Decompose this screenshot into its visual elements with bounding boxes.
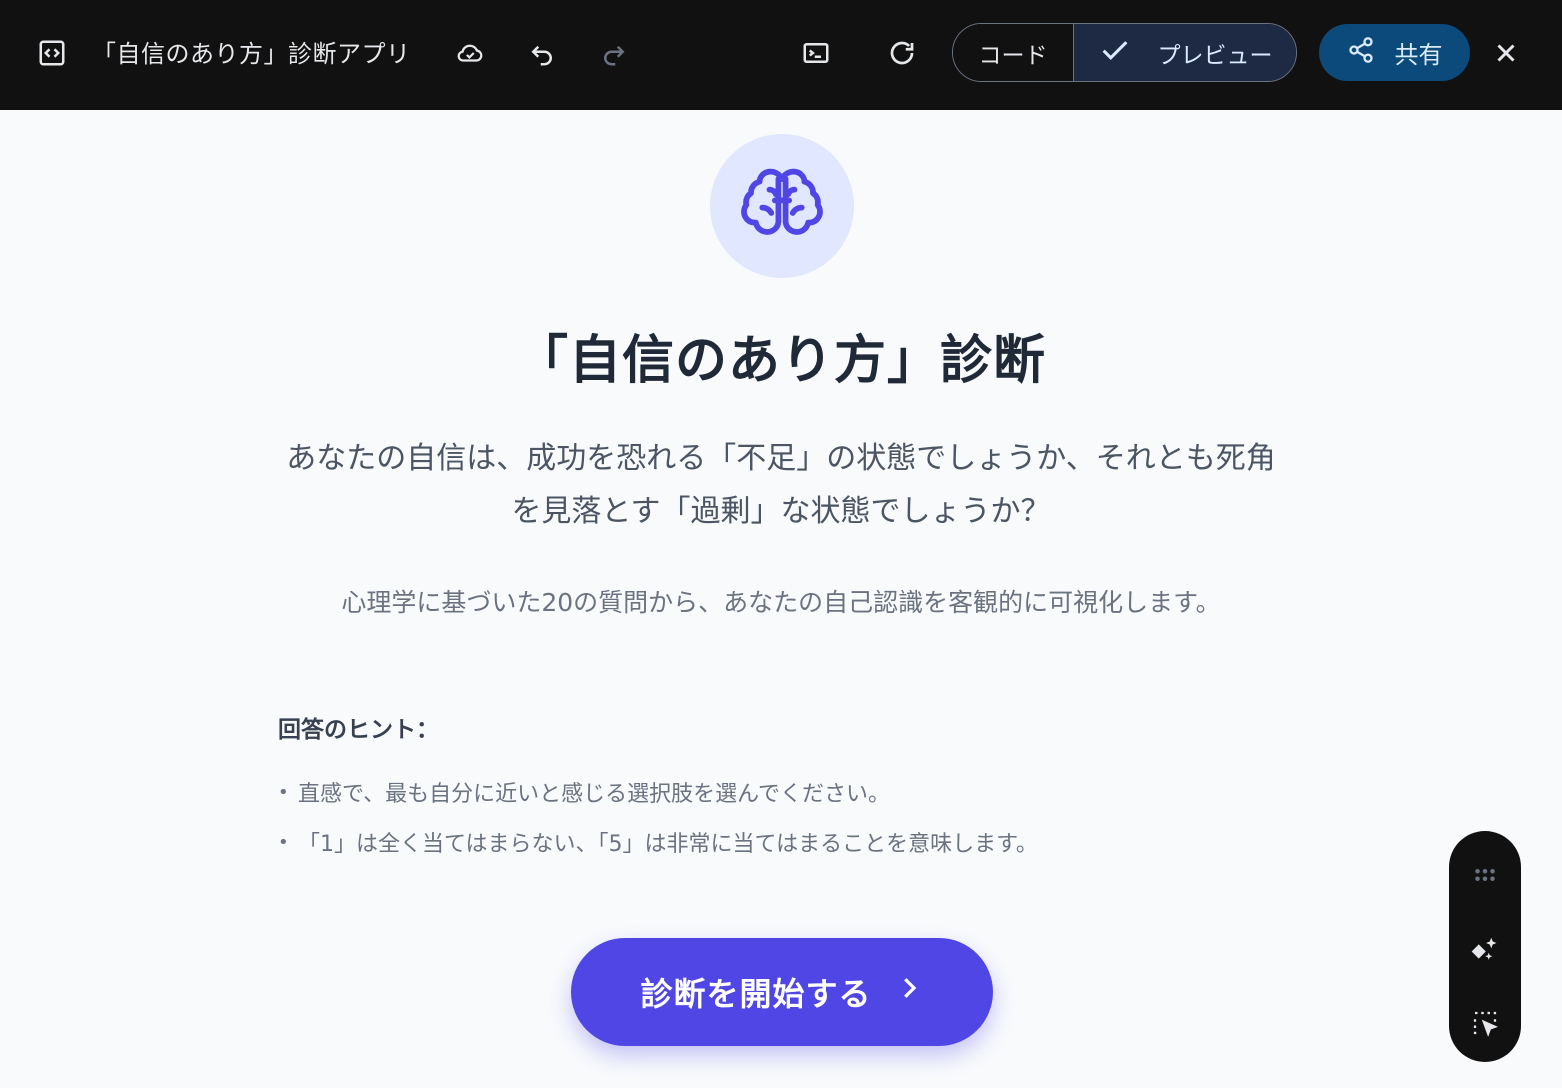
select-element-icon[interactable] xyxy=(1465,1003,1505,1043)
top-bar: 「自信のあり方」診断アプリ コード プレビュー 共有 xyxy=(0,0,1562,110)
hint-list: • 直感で、最も自分に近いと感じる選択肢を選んでください。 • 「1」は全く当て… xyxy=(278,767,1038,867)
brain-icon xyxy=(739,161,825,251)
check-icon xyxy=(1098,33,1132,73)
start-button-label: 診断を開始する xyxy=(640,975,872,1013)
app-title: 「自信のあり方」診断アプリ xyxy=(92,40,411,68)
bullet: • xyxy=(278,781,289,803)
floating-toolbar xyxy=(1449,831,1521,1062)
share-button[interactable]: 共有 xyxy=(1319,24,1470,81)
hero-icon-circle xyxy=(710,134,854,278)
code-tab[interactable]: コード xyxy=(953,24,1073,81)
code-frame-icon[interactable] xyxy=(32,33,72,73)
share-icon xyxy=(1347,36,1375,70)
chevron-right-icon xyxy=(894,973,924,1011)
sub-text: 心理学に基づいた20の質問から、あなたの自己認識を客観的に可視化します。 xyxy=(341,588,1221,617)
hint-text: 直感で、最も自分に近いと感じる選択肢を選んでください。 xyxy=(298,782,891,807)
list-item: • 「1」は全く当てはまらない、「5」は非常に当てはまることを意味します。 xyxy=(278,817,1038,867)
hint-title: 回答のヒント： xyxy=(278,717,439,743)
drag-grip-icon[interactable] xyxy=(1465,855,1505,895)
hint-text: 「1」は全く当てはまらない、「5」は非常に当てはまることを意味します。 xyxy=(298,832,1038,857)
lead-line-1: あなたの自信は、成功を恐れる「不足」の状態でしょうか、それとも死角 xyxy=(286,441,1276,476)
refresh-icon[interactable] xyxy=(882,33,922,73)
page-title: 「自信のあり方」診断 xyxy=(515,331,1046,391)
sparkle-edit-icon[interactable] xyxy=(1465,929,1505,969)
undo-icon[interactable] xyxy=(522,33,562,73)
terminal-icon[interactable] xyxy=(796,33,836,73)
share-button-label: 共有 xyxy=(1394,41,1443,69)
close-icon[interactable] xyxy=(1486,33,1526,73)
cloud-check-icon[interactable] xyxy=(450,33,490,73)
bullet: • xyxy=(278,831,289,853)
preview-tab[interactable]: プレビュー xyxy=(1073,24,1296,81)
redo-icon[interactable] xyxy=(594,33,634,73)
lead-text: あなたの自信は、成功を恐れる「不足」の状態でしょうか、それとも死角 を見落とす「… xyxy=(240,432,1322,538)
preview-tab-label: プレビュー xyxy=(1157,42,1273,69)
start-diagnosis-button[interactable]: 診断を開始する xyxy=(571,938,993,1046)
list-item: • 直感で、最も自分に近いと感じる選択肢を選んでください。 xyxy=(278,767,1038,817)
view-mode-toggle: コード プレビュー xyxy=(952,23,1297,82)
lead-line-2: を見落とす「過剰」な状態でしょうか？ xyxy=(511,494,1051,529)
